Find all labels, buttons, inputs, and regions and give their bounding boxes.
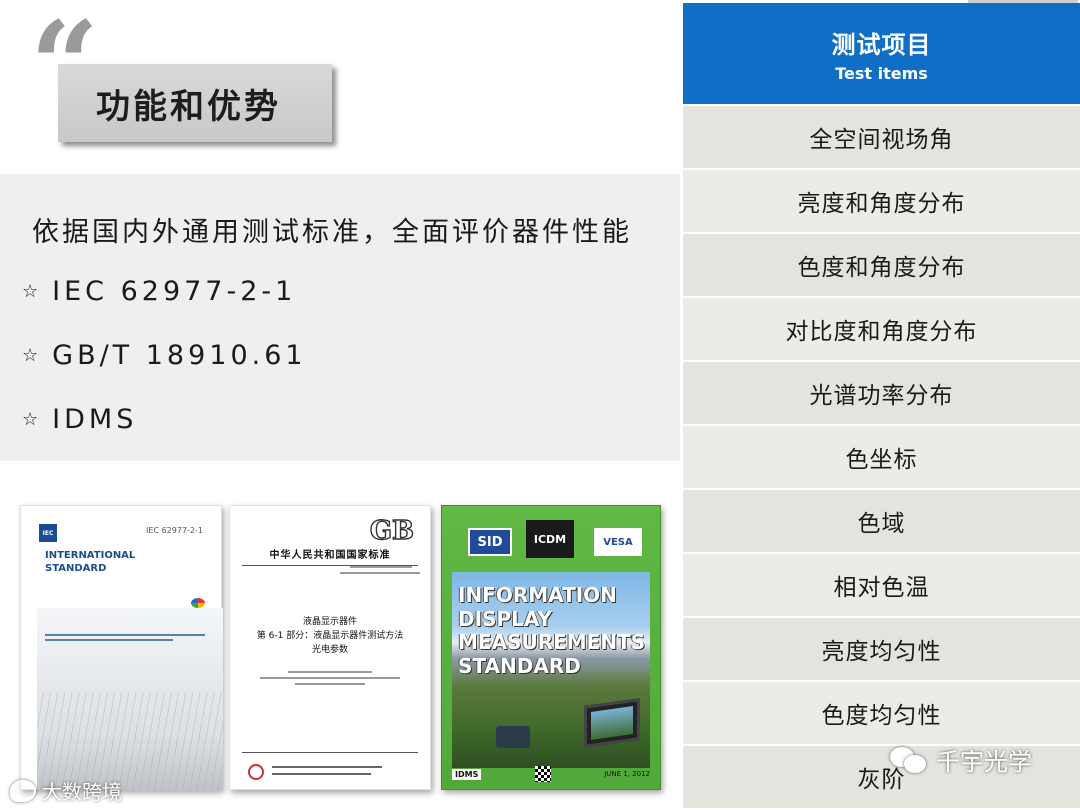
standard-item-iec: ☆ IEC 62977-2-1 <box>22 276 296 307</box>
test-item: 色度均匀性 <box>683 682 1080 744</box>
standard-item-idms: ☆ IDMS <box>22 404 137 435</box>
emblem-icon <box>248 764 264 780</box>
idms-title: INFORMATION DISPLAY MEASUREMENTS STANDAR… <box>458 583 646 678</box>
standards-panel: 依据国内外通用测试标准，全面评价器件性能 ☆ IEC 62977-2-1 ☆ G… <box>0 174 680 461</box>
test-item: 色坐标 <box>683 426 1080 488</box>
idms-cover-footer: IDMS JUNE 1, 2012 <box>452 765 650 783</box>
idms-logo: IDMS <box>452 768 482 780</box>
test-items-subtitle: Test items <box>835 63 928 83</box>
iec-logo-icon: IEC <box>39 524 57 542</box>
color-wheel-icon <box>191 598 205 608</box>
star-icon: ☆ <box>22 281 39 302</box>
watermark-right-text: 千宇光学 <box>936 748 1032 776</box>
gb-footer-rule <box>242 752 418 753</box>
gb-logo-icon: GB <box>369 515 415 546</box>
idms-title-line: MEASUREMENTS <box>458 630 646 655</box>
standard-label: IEC 62977-2-1 <box>52 276 297 307</box>
gb-standard-cover: GB 中华人民共和国国家标准 液晶显示器件 第 6-1 部分：液晶显示器件测试方… <box>229 505 431 790</box>
test-items-title: 测试项目 <box>831 30 932 59</box>
gb-publisher-lines <box>272 766 382 780</box>
test-item: 对比度和角度分布 <box>683 298 1080 360</box>
idms-standard-cover: SID ICDM VESA INFORMATION DISPLAY MEASUR… <box>441 505 661 790</box>
standard-item-gb: ☆ GB/T 18910.61 <box>22 340 307 371</box>
test-item: 色域 <box>683 490 1080 552</box>
iec-title: INTERNATIONAL STANDARD <box>45 550 136 574</box>
test-items-list: 全空间视场角 亮度和角度分布 色度和角度分布 对比度和角度分布 光谱功率分布 色… <box>683 106 1080 810</box>
gb-title-line: 光电参数 <box>311 644 348 655</box>
wechat-icon <box>890 745 928 775</box>
test-item: 亮度和角度分布 <box>683 170 1080 232</box>
icdm-logo-icon: ICDM <box>526 520 574 558</box>
watermark-left-text: 大数跨境 <box>42 780 122 804</box>
camera-icon <box>496 726 530 748</box>
test-item: 全空间视场角 <box>683 106 1080 168</box>
test-item: 光谱功率分布 <box>683 362 1080 424</box>
gb-title-line: 第 6-1 部分：液晶显示器件测试方法 <box>256 630 404 641</box>
test-item: 色度和角度分布 <box>683 234 1080 296</box>
standard-label: IDMS <box>52 404 138 435</box>
star-icon: ☆ <box>22 345 39 366</box>
gb-header: 中华人民共和国国家标准 <box>242 546 418 566</box>
gb-number-line <box>350 566 412 568</box>
iec-number: IEC 62977-2-1 <box>146 526 203 535</box>
test-item: 相对色温 <box>683 554 1080 616</box>
gb-title-line: 液晶显示器件 <box>302 617 357 627</box>
star-icon: ☆ <box>22 409 39 430</box>
idms-title-line: DISPLAY <box>458 606 552 631</box>
qr-code-icon <box>534 766 551 782</box>
idms-date: JUNE 1, 2012 <box>604 770 650 778</box>
monitor-icon <box>584 698 640 748</box>
test-items-header: 测试项目 Test items <box>683 3 1080 104</box>
test-item: 亮度均匀性 <box>683 618 1080 680</box>
vesa-logo-icon: VESA <box>594 528 642 556</box>
weibo-icon <box>10 779 36 802</box>
idms-title-line: INFORMATION <box>458 583 617 607</box>
iec-description-lines <box>45 634 205 644</box>
idms-cover-photo: INFORMATION DISPLAY MEASUREMENTS STANDAR… <box>452 572 650 768</box>
watermark-left: 大数跨境 <box>10 776 122 805</box>
idms-title-line: STANDARD <box>458 653 581 678</box>
standard-label: GB/T 18910.61 <box>52 340 307 371</box>
standards-intro: 依据国内外通用测试标准，全面评价器件性能 <box>32 217 632 248</box>
iec-standard-cover: IEC IEC 62977-2-1 INTERNATIONAL STANDARD <box>20 505 223 791</box>
feature-title: 功能和优势 <box>58 64 332 142</box>
test-items-panel: 测试项目 Test items 全空间视场角 亮度和角度分布 色度和角度分布 对… <box>683 0 1080 810</box>
gb-english-title-lines <box>260 671 400 689</box>
sid-logo-icon: SID <box>468 528 512 556</box>
gb-number-line <box>340 572 420 574</box>
gb-title: 液晶显示器件 第 6-1 部分：液晶显示器件测试方法 光电参数 <box>230 616 430 658</box>
watermark-right: 千宇光学 <box>890 742 1032 777</box>
iec-cover-band <box>37 608 223 791</box>
